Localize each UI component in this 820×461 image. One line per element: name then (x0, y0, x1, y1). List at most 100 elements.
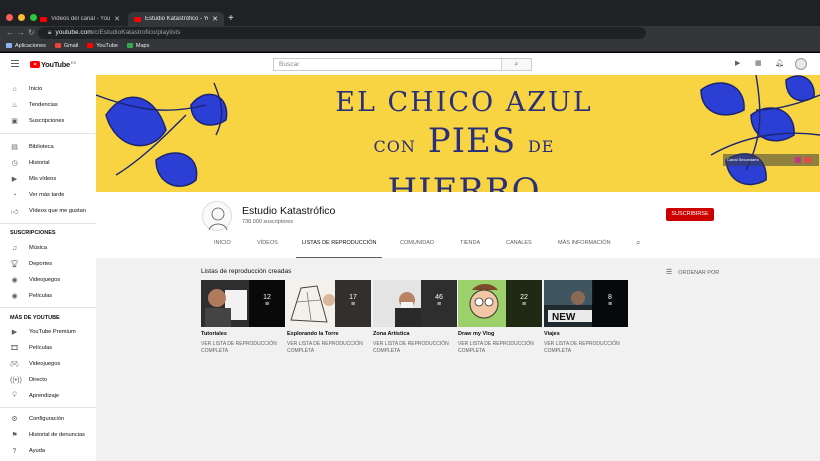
sidebar-item-ayuda[interactable]: ? Ayuda (0, 443, 96, 459)
browser-tab-1[interactable]: Videos del canal - YouTube Stu ✕ (34, 12, 126, 26)
playlist-thumbnail[interactable]: 46 ≡ (373, 280, 457, 327)
tab-inicio[interactable]: INICIO (214, 233, 231, 258)
minimize-window-button[interactable] (18, 14, 25, 21)
playlist-card[interactable]: NEW 8 ≡ Viajes VER LISTA DE REPRODUCCIÓN… (544, 280, 628, 354)
sidebar-item-mis-videos[interactable]: ▶ Mis vídeos (0, 171, 96, 187)
search-input[interactable]: Buscar (274, 59, 501, 70)
view-full-playlist-link[interactable]: VER LISTA DE REPRODUCCIÓN COMPLETA (373, 341, 449, 354)
sidebar-item-label: Mis vídeos (29, 176, 57, 182)
sidebar-item-musica[interactable]: ♫ Música (0, 240, 96, 256)
trending-icon: ♨ (11, 102, 18, 109)
playlist-card[interactable]: 17 ≡ Explorando la Torre VER LISTA DE RE… (287, 280, 371, 354)
close-tab-icon[interactable]: ✕ (212, 15, 218, 23)
sidebar-item-peliculas-2[interactable]: 🎞︎ Películas (0, 340, 96, 356)
playlist-thumbnail[interactable]: 22 ≡ (458, 280, 542, 327)
close-tab-icon[interactable]: ✕ (114, 15, 120, 23)
playlist-thumbnail[interactable]: 12 ≡ (201, 280, 285, 327)
playlist-title[interactable]: Viajes (544, 331, 628, 337)
apps-grid-icon[interactable]: ▦ (755, 60, 762, 68)
sidebar-item-label: Películas (29, 345, 53, 351)
view-full-playlist-link[interactable]: VER LISTA DE REPRODUCCIÓN COMPLETA (287, 341, 363, 354)
channel-search-icon[interactable]: ⌕ (636, 238, 640, 248)
playlist-title[interactable]: Zona Artística (373, 331, 457, 337)
forward-arrow-icon[interactable]: → (17, 27, 25, 39)
tab-videos[interactable]: VÍDEOS (257, 233, 278, 258)
menu-hamburger-icon[interactable] (11, 60, 19, 69)
browser-tab-title: Estudio Katastrófico - YouTube (145, 16, 208, 22)
sketch-portrait-icon (208, 207, 228, 231)
tab-listas-de-reproduccion[interactable]: LISTAS DE REPRODUCCIÓN (296, 233, 383, 258)
playlist-count-overlay: 46 ≡ (421, 280, 457, 327)
channel-avatar[interactable] (202, 201, 232, 231)
instagram-icon[interactable] (795, 157, 801, 163)
tab-canales[interactable]: CANALES (506, 233, 532, 258)
close-window-button[interactable] (6, 14, 13, 21)
gaming-icon: ◉ (11, 277, 18, 284)
sidebar-item-peliculas[interactable]: ◉ Películas (0, 288, 96, 304)
sidebar-item-biblioteca[interactable]: ▤ Biblioteca (0, 139, 96, 155)
sidebar-item-videojuegos-2[interactable]: 🎮︎ Videojuegos (0, 356, 96, 372)
bookmarks-bar: Aplicaciones Gmail YouTube Maps (0, 40, 820, 52)
sidebar-item-configuracion[interactable]: ⚙ Configuración (0, 411, 96, 427)
movies-icon: 🎞︎ (10, 345, 19, 352)
sidebar-item-videojuegos[interactable]: ◉ Videojuegos (0, 272, 96, 288)
back-arrow-icon[interactable]: ← (6, 27, 14, 39)
view-full-playlist-link[interactable]: VER LISTA DE REPRODUCCIÓN COMPLETA (544, 341, 620, 354)
bookmark-apps[interactable]: Aplicaciones (6, 43, 46, 49)
sidebar-item-deportes[interactable]: 🏆︎ Deportes (0, 256, 96, 272)
create-video-icon[interactable]: ▶ (735, 60, 740, 68)
playlists-content: Listas de reproducción creadas ☰ ORDENAR … (96, 258, 820, 461)
notifications-bell-icon[interactable]: 🔔︎ (775, 60, 784, 68)
sidebar-item-aprendizaje[interactable]: 💡︎ Aprendizaje (0, 388, 96, 404)
apps-grid-icon (6, 43, 12, 48)
view-full-playlist-link[interactable]: VER LISTA DE REPRODUCCIÓN COMPLETA (201, 341, 277, 354)
sidebar-item-historial[interactable]: ◷ Historial (0, 155, 96, 171)
new-tab-icon[interactable]: + (228, 12, 234, 26)
store-icon[interactable] (805, 157, 811, 163)
address-bar[interactable]: 🔒︎ youtube.com/c/EstudioKatastrofico/play… (38, 27, 646, 39)
browser-tab-strip: Videos del canal - YouTube Stu ✕ Estudio… (0, 0, 820, 26)
sidebar-item-directo[interactable]: ((•)) Directo (0, 372, 96, 388)
subscribe-button[interactable]: SUSCRIBIRSE (666, 208, 714, 221)
account-avatar[interactable] (795, 58, 807, 70)
youtube-logo[interactable]: YouTube ES (30, 60, 76, 69)
view-full-playlist-link[interactable]: VER LISTA DE REPRODUCCIÓN COMPLETA (458, 341, 534, 354)
sports-icon: 🏆︎ (10, 261, 19, 268)
sidebar-item-videos-que-me-gustan[interactable]: 👍︎ Vídeos que me gustan (0, 203, 96, 219)
secondary-channel-link[interactable]: Canal Secundario (727, 157, 759, 162)
banner-social-links[interactable]: Canal Secundario (723, 154, 819, 166)
playlist-card[interactable]: 46 ≡ Zona Artística VER LISTA DE REPRODU… (373, 280, 457, 354)
playlist-icon: ≡ (607, 301, 613, 308)
sort-button[interactable]: ☰ ORDENAR POR (666, 268, 719, 276)
browser-tab-2[interactable]: Estudio Katastrófico - YouTube ✕ (128, 12, 224, 26)
url-path: /c/EstudioKatastrofico/playlists (92, 29, 181, 36)
bookmark-label: Maps (135, 42, 150, 49)
bookmark-maps[interactable]: Maps (126, 42, 150, 49)
sidebar-item-ver-mas-tarde[interactable]: ◔ Ver más tarde (0, 187, 96, 203)
playlist-thumbnail[interactable]: 17 ≡ (287, 280, 371, 327)
playlist-icon: ≡ (350, 301, 356, 308)
tab-comunidad[interactable]: COMUNIDAD (400, 233, 434, 258)
playlist-title[interactable]: Draw my Vlog (458, 331, 542, 337)
playlist-thumbnail[interactable]: NEW 8 ≡ (544, 280, 628, 327)
channel-banner: EL CHICO AZUL CON PIES DE HIERRO (96, 75, 820, 192)
sidebar-item-historial-denuncias[interactable]: ⚑ Historial de denuncias (0, 427, 96, 443)
reload-icon[interactable]: ↻ (28, 27, 35, 39)
tab-tienda[interactable]: TIENDA (460, 233, 480, 258)
bookmark-gmail[interactable]: Gmail (54, 43, 78, 49)
search-button[interactable]: ⌕ (501, 59, 531, 70)
playlist-card[interactable]: 12 ≡ Tutoriales VER LISTA DE REPRODUCCIÓ… (201, 280, 285, 354)
sidebar-item-label: Directo (29, 377, 48, 383)
bookmark-youtube[interactable]: YouTube (87, 43, 118, 49)
sidebar-item-inicio[interactable]: ⌂ Inicio (0, 81, 96, 97)
playlist-title[interactable]: Tutoriales (201, 331, 285, 337)
sidebar-item-tendencias[interactable]: ♨ Tendencias (0, 97, 96, 113)
playlist-title[interactable]: Explorando la Torre (287, 331, 371, 337)
channel-header: Estudio Katastrófico 738.000 suscriptore… (96, 192, 820, 258)
sidebar-item-youtube-premium[interactable]: ▶ YouTube Premium (0, 324, 96, 340)
sidebar-item-label: Videojuegos (29, 277, 61, 283)
tab-mas-informacion[interactable]: MÁS INFORMACIÓN (558, 233, 611, 258)
sidebar-item-suscripciones[interactable]: ▣ Suscripciones (0, 113, 96, 129)
playlist-video-count: 46 (435, 294, 443, 301)
playlist-card[interactable]: 22 ≡ Draw my Vlog VER LISTA DE REPRODUCC… (458, 280, 542, 354)
